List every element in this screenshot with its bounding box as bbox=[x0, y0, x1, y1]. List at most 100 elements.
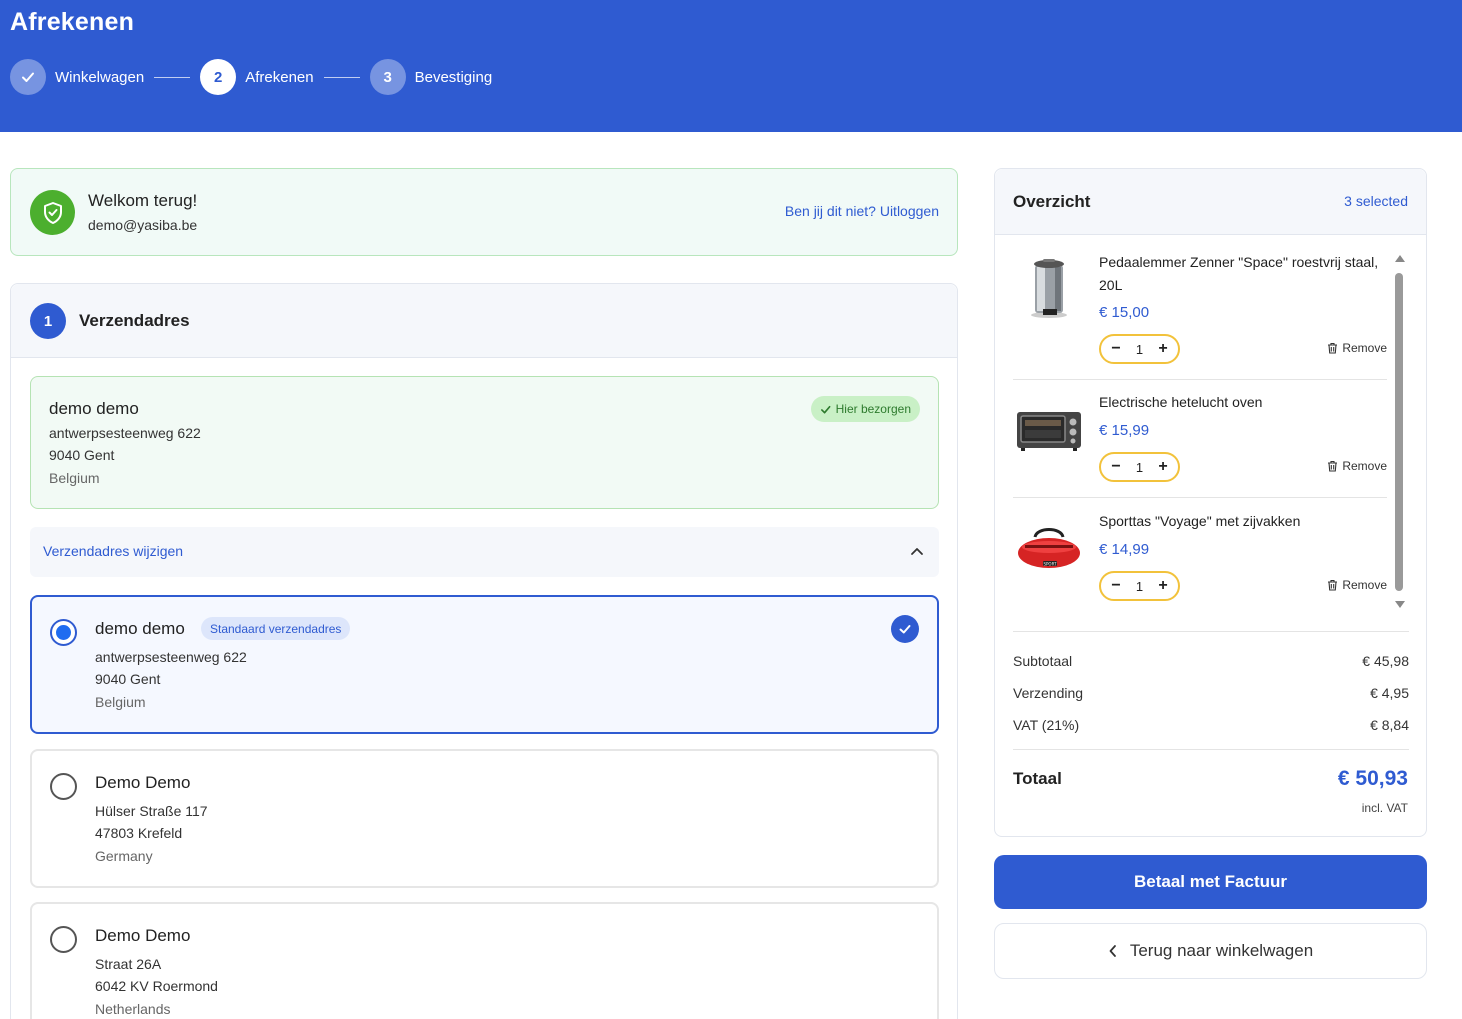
total-value: € 50,93 bbox=[1337, 767, 1408, 790]
remove-button[interactable]: Remove bbox=[1327, 459, 1387, 473]
address-radio[interactable] bbox=[50, 619, 77, 646]
scroll-down-arrow-icon[interactable] bbox=[1395, 601, 1405, 608]
welcome-title: Welkom terug! bbox=[88, 191, 198, 210]
increase-button[interactable]: + bbox=[1156, 458, 1170, 476]
quantity-stepper: − 1 + bbox=[1099, 571, 1180, 601]
current-address-street: antwerpsesteenweg 622 bbox=[49, 425, 201, 441]
pay-invoice-button[interactable]: Betaal met Factuur bbox=[994, 855, 1427, 909]
svg-text:SPORT: SPORT bbox=[1043, 562, 1057, 567]
shipping-cost-value: € 4,95 bbox=[1370, 685, 1409, 701]
address-option-country: Germany bbox=[95, 848, 153, 864]
shipping-section: 1 Verzendadres demo demo antwerpsesteenw… bbox=[10, 283, 958, 1019]
back-to-cart-button[interactable]: Terug naar winkelwagen bbox=[994, 923, 1427, 979]
remove-button[interactable]: Remove bbox=[1327, 341, 1387, 355]
selected-check-icon bbox=[891, 615, 919, 643]
total-label: Totaal bbox=[1013, 769, 1062, 788]
step-1-check-icon[interactable] bbox=[10, 59, 46, 95]
item-price: € 15,99 bbox=[1099, 422, 1150, 439]
address-option-street: Hülser Straße 117 bbox=[95, 803, 208, 819]
address-option-country: Netherlands bbox=[95, 1001, 171, 1017]
decrease-button[interactable]: − bbox=[1109, 577, 1123, 595]
item-price: € 14,99 bbox=[1099, 541, 1150, 558]
subtotal-label: Subtotaal bbox=[1013, 653, 1073, 669]
current-address-country: Belgium bbox=[49, 470, 100, 486]
remove-label: Remove bbox=[1342, 459, 1387, 473]
quantity-stepper: − 1 + bbox=[1099, 452, 1180, 482]
logout-link[interactable]: Ben jij dit niet? Uitloggen bbox=[785, 203, 939, 219]
user-email: demo@yasiba.be bbox=[88, 217, 198, 233]
quantity-value: 1 bbox=[1135, 341, 1144, 357]
current-address-city: 9040 Gent bbox=[49, 447, 115, 463]
page-title: Afrekenen bbox=[10, 8, 135, 36]
quantity-value: 1 bbox=[1135, 459, 1144, 475]
address-option-city: 47803 Krefeld bbox=[95, 825, 183, 841]
checkout-header: Afrekenen Winkelwagen 2 Afrekenen 3 Beve… bbox=[0, 0, 1462, 132]
increase-button[interactable]: + bbox=[1156, 340, 1170, 358]
step-connector bbox=[154, 76, 191, 78]
check-icon bbox=[820, 405, 831, 414]
shipping-cost-row: Verzending € 4,95 bbox=[1013, 685, 1409, 701]
address-option[interactable]: Demo Demo Straat 26A 6042 KV Roermond Ne… bbox=[30, 902, 939, 1019]
item-name: Electrische hetelucht oven bbox=[1099, 394, 1263, 410]
selected-count: 3 selected bbox=[1344, 193, 1408, 209]
address-option-city: 9040 Gent bbox=[95, 671, 161, 687]
order-overview: Overzicht 3 selected Pedaalemmer Zenner … bbox=[994, 168, 1427, 837]
shield-check-icon bbox=[30, 190, 75, 235]
decrease-button[interactable]: − bbox=[1109, 340, 1123, 358]
shipping-title: Verzendadres bbox=[79, 311, 190, 330]
chevron-left-icon bbox=[1109, 945, 1116, 957]
address-option-name: demo demo bbox=[95, 619, 185, 638]
vat-label: VAT (21%) bbox=[1013, 717, 1080, 733]
address-option-country: Belgium bbox=[95, 694, 146, 710]
vat-value: € 8,84 bbox=[1370, 717, 1409, 733]
step-3-label: Bevestiging bbox=[414, 68, 493, 86]
current-address-card: demo demo antwerpsesteenweg 622 9040 Gen… bbox=[30, 376, 939, 509]
sports-bag-image: SPORT bbox=[1018, 528, 1080, 568]
item-divider bbox=[1013, 379, 1387, 380]
items-scrollbar[interactable] bbox=[1393, 255, 1405, 610]
item-price: € 15,00 bbox=[1099, 304, 1150, 321]
deliver-here-badge: Hier bezorgen bbox=[810, 396, 920, 422]
summary-divider bbox=[1013, 749, 1409, 750]
scroll-up-arrow-icon[interactable] bbox=[1395, 255, 1405, 262]
chevron-up-icon bbox=[911, 548, 923, 555]
overview-title: Overzicht bbox=[1013, 192, 1091, 211]
subtotal-value: € 45,98 bbox=[1362, 653, 1409, 669]
current-address-name: demo demo bbox=[49, 399, 139, 418]
trash-icon bbox=[1328, 342, 1338, 354]
increase-button[interactable]: + bbox=[1156, 577, 1170, 595]
oven-image bbox=[1017, 412, 1081, 451]
remove-label: Remove bbox=[1342, 578, 1387, 592]
address-option-name: Demo Demo bbox=[95, 926, 191, 945]
shipping-step-number: 1 bbox=[30, 303, 66, 339]
decrease-button[interactable]: − bbox=[1109, 458, 1123, 476]
vat-row: VAT (21%) € 8,84 bbox=[1013, 717, 1409, 733]
summary-divider bbox=[1013, 631, 1409, 632]
shipping-header: 1 Verzendadres bbox=[11, 284, 957, 358]
change-address-toggle[interactable]: Verzendadres wijzigen bbox=[30, 527, 939, 577]
step-2-label: Afrekenen bbox=[245, 68, 314, 86]
subtotal-row: Subtotaal € 45,98 bbox=[1013, 653, 1409, 669]
trash-icon bbox=[1328, 579, 1338, 591]
quantity-value: 1 bbox=[1135, 578, 1144, 594]
cart-item: Pedaalemmer Zenner "Space" roestvrij sta… bbox=[1013, 251, 1387, 369]
item-name: Sporttas "Voyage" met zijvakken bbox=[1099, 513, 1301, 529]
deliver-here-label: Hier bezorgen bbox=[835, 402, 911, 416]
step-1-label[interactable]: Winkelwagen bbox=[55, 69, 144, 86]
step-2-number: 2 bbox=[200, 59, 237, 95]
address-radio[interactable] bbox=[50, 773, 77, 800]
quantity-stepper: − 1 + bbox=[1099, 334, 1180, 364]
progress-steps: Winkelwagen 2 Afrekenen 3 Bevestiging bbox=[10, 59, 492, 95]
address-option[interactable]: Demo Demo Hülser Straße 117 47803 Krefel… bbox=[30, 749, 939, 888]
scroll-thumb[interactable] bbox=[1395, 273, 1403, 591]
back-to-cart-label: Terug naar winkelwagen bbox=[1129, 941, 1314, 960]
address-option[interactable]: demo demo Standaard verzendadres antwerp… bbox=[30, 595, 939, 734]
total-note: incl. VAT bbox=[1361, 801, 1408, 815]
default-address-badge: Standaard verzendadres bbox=[201, 617, 351, 640]
item-divider bbox=[1013, 497, 1387, 498]
remove-button[interactable]: Remove bbox=[1327, 578, 1387, 592]
shipping-cost-label: Verzending bbox=[1013, 685, 1084, 701]
address-option-street: Straat 26A bbox=[95, 956, 162, 972]
address-radio[interactable] bbox=[50, 926, 77, 953]
address-option-street: antwerpsesteenweg 622 bbox=[95, 649, 247, 665]
